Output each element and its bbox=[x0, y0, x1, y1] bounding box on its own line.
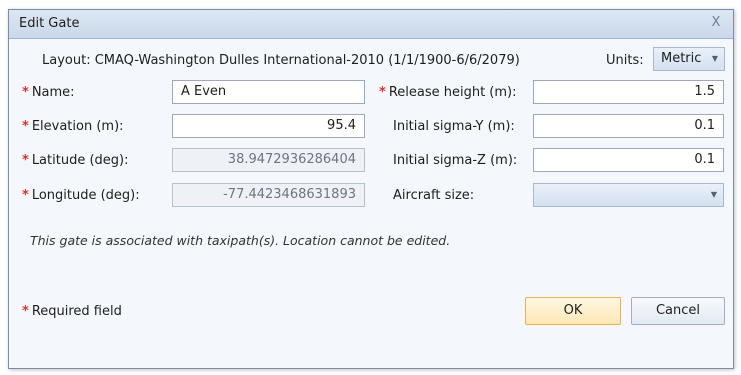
elevation-label: * Elevation (m): bbox=[22, 119, 124, 134]
required-legend: * Required field bbox=[22, 304, 122, 319]
name-field[interactable]: A Even bbox=[172, 80, 365, 104]
edit-gate-dialog: Edit Gate X Layout: CMAQ-Washington Dull… bbox=[8, 9, 734, 369]
layout-label-text: Layout: bbox=[42, 53, 91, 68]
aircraft-size-label: Aircraft size: bbox=[393, 188, 475, 203]
longitude-label: * Longitude (deg): bbox=[22, 188, 140, 203]
latitude-field: 38.9472936286404 bbox=[172, 148, 365, 172]
cancel-button[interactable]: Cancel bbox=[631, 297, 725, 325]
sigma-y-label: Initial sigma-Y (m): bbox=[393, 119, 515, 134]
release-height-field[interactable]: 1.5 bbox=[533, 80, 724, 104]
required-marker: * bbox=[22, 119, 29, 134]
units-select[interactable]: Metric ▼ bbox=[653, 47, 725, 71]
release-height-label-text: Release height (m): bbox=[388, 85, 517, 100]
chevron-down-icon: ▼ bbox=[710, 190, 717, 199]
name-label-text: Name: bbox=[31, 85, 75, 100]
required-marker: * bbox=[22, 85, 29, 100]
required-marker: * bbox=[22, 153, 29, 168]
ok-button[interactable]: OK bbox=[525, 297, 621, 325]
title-bar: Edit Gate X bbox=[9, 10, 733, 39]
layout-value: CMAQ-Washington Dulles International-201… bbox=[94, 53, 520, 68]
dialog-title: Edit Gate bbox=[19, 16, 80, 31]
longitude-field: -77.4423468631893 bbox=[172, 183, 365, 207]
required-marker: * bbox=[22, 188, 29, 203]
close-icon[interactable]: X bbox=[707, 14, 725, 32]
sigma-z-label: Initial sigma-Z (m): bbox=[393, 153, 518, 168]
required-marker: * bbox=[22, 304, 29, 319]
dialog-body: Layout: CMAQ-Washington Dulles Internati… bbox=[9, 39, 733, 368]
sigma-y-field[interactable]: 0.1 bbox=[533, 114, 724, 138]
sigma-z-field[interactable]: 0.1 bbox=[533, 148, 724, 172]
aircraft-size-select[interactable]: ▼ bbox=[533, 183, 724, 207]
release-height-label: * Release height (m): bbox=[379, 85, 517, 100]
latitude-label: * Latitude (deg): bbox=[22, 153, 128, 168]
location-note: This gate is associated with taxipath(s)… bbox=[30, 233, 451, 248]
longitude-label-text: Longitude (deg): bbox=[31, 188, 140, 203]
chevron-down-icon: ▼ bbox=[711, 54, 718, 63]
latitude-label-text: Latitude (deg): bbox=[31, 153, 129, 168]
elevation-label-text: Elevation (m): bbox=[31, 119, 124, 134]
elevation-field[interactable]: 95.4 bbox=[172, 114, 365, 138]
required-legend-text: Required field bbox=[31, 304, 122, 319]
name-label: * Name: bbox=[22, 85, 75, 100]
required-marker: * bbox=[379, 85, 386, 100]
units-selected-value: Metric bbox=[661, 51, 702, 66]
units-label: Units: bbox=[606, 53, 644, 68]
layout-label: Layout: CMAQ-Washington Dulles Internati… bbox=[42, 53, 520, 68]
